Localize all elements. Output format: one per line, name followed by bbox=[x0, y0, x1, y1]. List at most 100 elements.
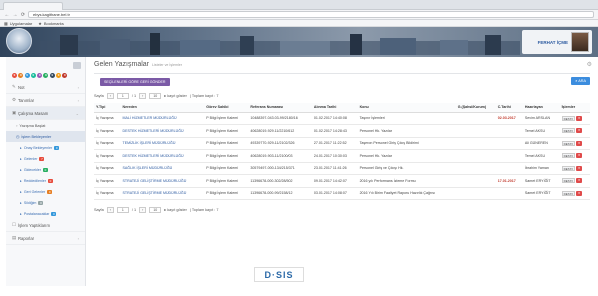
gear-icon[interactable]: ⚙ bbox=[587, 61, 592, 68]
delete-icon[interactable]: ✕ bbox=[576, 165, 583, 171]
column-header[interactable]: Referans Numarası bbox=[248, 103, 312, 113]
column-header[interactable]: G.(Şahsi/Kurum) bbox=[455, 103, 496, 113]
sidebar-item-tanimlar[interactable]: ⚙ Tanımlar › bbox=[6, 94, 85, 107]
sidebar-sub-item[interactable]: ▸ Onay Bekleyenler 0 bbox=[6, 142, 85, 153]
detail-button[interactable]: DETAY bbox=[561, 115, 576, 121]
notification-dot[interactable]: 0 bbox=[43, 73, 49, 78]
url-input[interactable]: ebys.kagithane.bel.tr bbox=[28, 11, 594, 18]
forward-icon[interactable]: → bbox=[12, 12, 18, 18]
table-row[interactable]: İç Yazışma SAĞLIK İŞLERİ MÜDÜRLÜĞÜ P Bilgi… bbox=[94, 162, 590, 175]
sidebar-toggle-button[interactable] bbox=[73, 61, 81, 69]
table-row[interactable]: İç Yazışma TEMİZLİK İŞLERİ MÜDÜRLÜĞÜ P Bil… bbox=[94, 137, 590, 150]
count-badge: 0 bbox=[43, 167, 48, 172]
sidebar-sub-item[interactable]: ▸ Reddedilenler 0 bbox=[6, 175, 85, 186]
column-header[interactable]: İşlemler bbox=[559, 103, 590, 113]
table-cell bbox=[455, 187, 496, 200]
prev-page-button[interactable]: ‹ bbox=[106, 92, 114, 99]
table-cell: P Bilgi İşlem Kalemi bbox=[204, 149, 249, 163]
delete-icon[interactable]: ✕ bbox=[576, 115, 583, 121]
notification-dot[interactable]: 0 bbox=[62, 73, 68, 78]
sidebar-sub-item[interactable]: ▸ Gelenler 7 bbox=[6, 153, 85, 164]
notification-dot[interactable]: 0 bbox=[24, 73, 30, 78]
sidebar-sub-item[interactable]: ▸ Geri Gelenler 0 bbox=[6, 186, 85, 197]
column-header[interactable]: Y.Tipi bbox=[94, 103, 121, 113]
detail-button[interactable]: DETAY bbox=[561, 165, 576, 171]
send-back-button[interactable]: SEÇİLENLERİ GÖRE GERİ GÖNDER bbox=[100, 78, 170, 86]
table-cell bbox=[495, 137, 523, 150]
notification-dots: 000000000 bbox=[6, 70, 85, 81]
bookmark-bookmarks[interactable]: ★ Bookmarks bbox=[38, 21, 64, 26]
notification-dot[interactable]: 0 bbox=[18, 73, 24, 78]
sidebar-sub-yazisma-baslat[interactable]: ▫ Yazışma Başlat bbox=[6, 120, 85, 131]
column-header[interactable]: Konu bbox=[357, 103, 456, 113]
notification-dot[interactable]: 0 bbox=[56, 73, 62, 78]
notification-dot[interactable]: 0 bbox=[12, 73, 17, 78]
folder-icon: ▸ bbox=[20, 200, 22, 205]
detail-button[interactable]: DETAY bbox=[561, 128, 576, 134]
table-row[interactable]: İç Yazışma MALİ HİZMETLER MÜDÜRLÜĞÜ P Bilg… bbox=[94, 112, 590, 125]
page-input[interactable]: 1 bbox=[116, 92, 129, 99]
sidebar-item-raporlar[interactable]: ▤ Raporlar › bbox=[6, 232, 85, 245]
delete-icon[interactable]: ✕ bbox=[576, 140, 583, 146]
detail-button[interactable]: DETAY bbox=[561, 190, 576, 196]
table-row[interactable]: İç Yazışma STRATEJİ GELİŞTİRME MÜDÜRLÜĞÜ P… bbox=[94, 187, 590, 200]
page-subtitle: Listeler ve İşlemler bbox=[152, 63, 182, 67]
back-icon[interactable]: ← bbox=[4, 12, 10, 18]
delete-icon[interactable]: ✕ bbox=[576, 128, 583, 134]
table-cell: Temel AKSU bbox=[522, 124, 560, 138]
detail-button[interactable]: DETAY bbox=[561, 153, 576, 159]
detail-button[interactable]: DETAY bbox=[561, 140, 576, 146]
table-cell bbox=[455, 112, 496, 125]
sidebar-item-islem-yaptiklarim[interactable]: ☐ İşlem Yaptıklarım bbox=[6, 219, 85, 232]
table-row[interactable]: İç Yazışma STRATEJİ GELİŞTİRME MÜDÜRLÜĞÜ P… bbox=[94, 174, 590, 188]
reload-icon[interactable]: ⟳ bbox=[20, 12, 26, 18]
table-row[interactable]: İç Yazışma DESTEK HİZMETLERİ MÜDÜRLÜĞÜ P B… bbox=[94, 124, 590, 138]
next-page-button[interactable]: › bbox=[139, 92, 147, 99]
apps-icon: ▦ bbox=[4, 20, 8, 26]
next-page-button[interactable]: › bbox=[139, 206, 147, 213]
delete-icon[interactable]: ✕ bbox=[576, 153, 583, 159]
sidebar-sub-label: Sildiğim bbox=[23, 200, 37, 205]
notification-dot[interactable]: 0 bbox=[49, 73, 55, 78]
table-cell: STRATEJİ GELİŞTİRME MÜDÜRLÜĞÜ bbox=[120, 174, 205, 188]
sidebar-sub-islem-bekleyenler[interactable]: ◷ İşlem Bekleyenler bbox=[6, 131, 85, 142]
sidebar-sub-label: Gelenler bbox=[23, 156, 38, 161]
detail-button[interactable]: DETAY bbox=[561, 178, 576, 184]
sidebar-item-calisma-masam[interactable]: ▣ Çalışma Masam ⌄ bbox=[6, 107, 85, 120]
sidebar-sub-label: Geri Gelenler bbox=[23, 189, 46, 194]
column-header[interactable]: Alınma Tarihi bbox=[311, 103, 358, 113]
column-header[interactable]: Görev Sahibi bbox=[204, 103, 249, 113]
page-size-select[interactable]: 10 bbox=[149, 206, 162, 213]
user-profile[interactable]: FERHAT İÇME bbox=[522, 30, 592, 54]
notification-dot[interactable]: 0 bbox=[37, 73, 43, 78]
column-header[interactable]: Hazırlayan bbox=[522, 103, 560, 113]
correspondence-table: Y.Tipi Nereden Görev Sahibi Referans Numara… bbox=[94, 103, 590, 200]
column-header[interactable]: C.Tarihi bbox=[495, 103, 523, 113]
table-cell bbox=[495, 124, 523, 138]
sidebar-item-not[interactable]: ✎ Not › bbox=[6, 81, 85, 94]
page-input[interactable]: 1 bbox=[116, 206, 129, 213]
table-cell: P Bilgi İşlem Kalemi bbox=[204, 137, 249, 150]
pager-top: Sayfa ‹ 1 / 1 › 10 ▸ kayıt göster | Topl… bbox=[94, 92, 219, 99]
table-cell: STRATEJİ GELİŞTİRME MÜDÜRLÜĞÜ bbox=[120, 187, 205, 200]
delete-icon[interactable]: ✕ bbox=[576, 190, 583, 196]
page-size-select[interactable]: 10 bbox=[149, 92, 162, 99]
table-row[interactable]: İç Yazışma DESTEK HİZMETLERİ MÜDÜRLÜĞÜ P B… bbox=[94, 149, 590, 163]
table-cell: 2016 yılı Performans İzleme Formu bbox=[357, 174, 456, 188]
table-cell: İç Yazışma bbox=[94, 112, 121, 125]
sidebar-sub-item[interactable]: ▸ Gidecekler 0 bbox=[6, 164, 85, 175]
prev-page-button[interactable]: ‹ bbox=[106, 206, 114, 213]
column-header[interactable]: Nereden bbox=[120, 103, 205, 113]
search-button[interactable]: ⌕ ARA bbox=[571, 77, 590, 85]
sidebar-sub-item[interactable]: ▸ Sildiğim 0 bbox=[6, 197, 85, 208]
table-cell: Sevim ARSLAN bbox=[522, 112, 560, 125]
table-cell bbox=[495, 162, 523, 175]
table-cell: MALİ HİZMETLER MÜDÜRLÜĞÜ bbox=[120, 112, 205, 125]
browser-tab[interactable] bbox=[3, 2, 63, 10]
table-cell: P Bilgi İşlem Kalemi bbox=[204, 174, 249, 188]
notification-dot[interactable]: 0 bbox=[30, 73, 36, 78]
delete-icon[interactable]: ✕ bbox=[576, 178, 583, 184]
table-cell: 10488397-043.03-99/2180/16 bbox=[248, 112, 312, 125]
bookmark-apps[interactable]: ▦ Uygulamalar bbox=[4, 21, 32, 26]
sidebar-sub-item[interactable]: ▸ Postalanacaklar 0 bbox=[6, 208, 85, 219]
